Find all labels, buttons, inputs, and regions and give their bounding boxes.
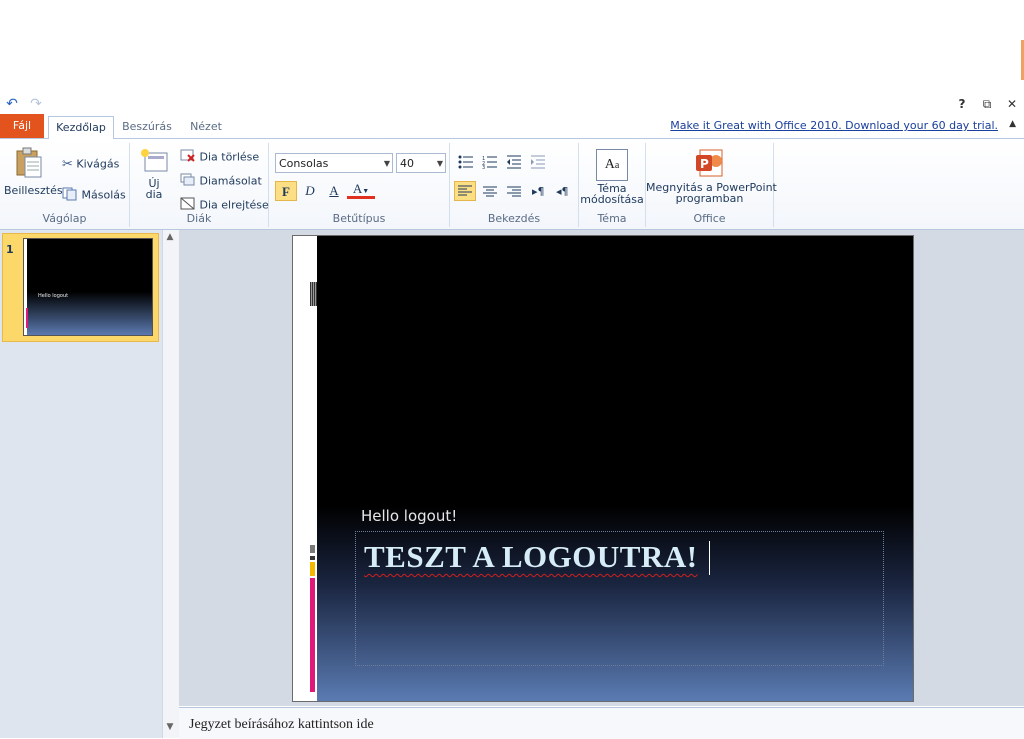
- font-size-value: 40: [400, 157, 414, 170]
- copy-icon: [62, 187, 78, 204]
- accent-pink: [310, 578, 315, 692]
- slide-thumbnail-image[interactable]: [23, 238, 153, 336]
- align-left-button[interactable]: [454, 181, 476, 201]
- paragraph-group: 123 ▸¶ ◂¶ Bekezdés: [450, 143, 579, 227]
- align-right-icon[interactable]: [506, 185, 522, 199]
- slides-group-label: Diák: [186, 212, 212, 225]
- font-color-button[interactable]: A▼: [347, 179, 375, 199]
- italic-button[interactable]: D: [299, 181, 321, 201]
- thumbnail-text: Hello logout: [38, 293, 69, 299]
- slides-group: Új dia Dia törlése Diamásolat Dia elrejt…: [130, 143, 269, 227]
- delete-slide-icon: [180, 149, 196, 166]
- font-name-select[interactable]: Consolas ▼: [275, 153, 393, 173]
- slide-title[interactable]: TESZT A LOGOUTRA!: [364, 539, 698, 575]
- clipboard-group: Beillesztés ✂ Kivágás Másolás Vágólap: [0, 143, 130, 227]
- restore-icon[interactable]: ⧉: [979, 96, 995, 112]
- scroll-up-icon[interactable]: ▲: [162, 232, 178, 246]
- align-left-icon: [458, 185, 472, 196]
- slide-number: 1: [6, 243, 14, 256]
- new-slide-button[interactable]: Új dia: [136, 147, 172, 200]
- chevron-down-icon: ▼: [362, 187, 370, 195]
- accent-dark: [310, 556, 315, 560]
- tab-insert[interactable]: Beszúrás: [120, 116, 174, 138]
- top-blank-area: [0, 0, 1024, 96]
- collapse-ribbon-icon[interactable]: ▲: [1009, 119, 1016, 129]
- copy-label: Másolás: [81, 188, 126, 202]
- slide-subtitle[interactable]: Hello logout!: [361, 507, 457, 525]
- increase-indent-icon[interactable]: [530, 155, 546, 169]
- scroll-down-icon[interactable]: ▼: [162, 722, 178, 738]
- scissors-icon: ✂: [62, 157, 73, 172]
- ltr-icon[interactable]: ▸¶: [532, 185, 545, 198]
- quick-access-toolbar: ↶ ↷ ? ⧉ ✕: [0, 96, 1024, 114]
- open-in-powerpoint-label-2: programban: [675, 192, 744, 205]
- thumbnail-accent: [26, 308, 28, 328]
- underline-button[interactable]: A: [323, 181, 345, 201]
- decrease-indent-icon[interactable]: [506, 155, 522, 169]
- change-theme-label-2: módosítása: [580, 193, 644, 206]
- text-cursor: [709, 541, 710, 575]
- theme-icon: Aa: [596, 149, 628, 181]
- paste-icon: [16, 147, 42, 178]
- duplicate-slide-button[interactable]: Diamásolat: [180, 173, 262, 190]
- rtl-icon[interactable]: ◂¶: [556, 185, 569, 198]
- bullet-list-icon[interactable]: [458, 155, 474, 169]
- bold-button[interactable]: F: [275, 181, 297, 201]
- tab-home[interactable]: Kezdőlap: [48, 116, 114, 140]
- accent-gray: [310, 545, 315, 553]
- align-center-icon[interactable]: [482, 185, 498, 199]
- ribbon-tab-bar: Fájl Kezdőlap Beszúrás Nézet Make it Gre…: [0, 114, 1024, 140]
- close-icon[interactable]: ✕: [1004, 96, 1020, 112]
- font-group: Consolas ▼ 40 ▼ F D A A▼ Betűtípus: [269, 143, 450, 227]
- office-group-label: Office: [693, 212, 726, 225]
- delete-slide-button[interactable]: Dia törlése: [180, 149, 259, 166]
- duplicate-slide-icon: [180, 173, 196, 190]
- cut-button[interactable]: ✂ Kivágás: [62, 157, 119, 172]
- chevron-down-icon: ▼: [436, 159, 443, 168]
- svg-text:P: P: [700, 157, 709, 171]
- font-name-value: Consolas: [279, 157, 329, 170]
- office-promo-link[interactable]: Make it Great with Office 2010. Download…: [670, 119, 998, 132]
- slide-strip-handle: [310, 282, 317, 306]
- font-color-label: A: [352, 181, 363, 196]
- powerpoint-icon: P: [695, 149, 722, 177]
- change-theme-button[interactable]: Aa Téma módosítása: [579, 147, 645, 205]
- tab-view[interactable]: Nézet: [184, 116, 228, 138]
- hide-slide-label: Dia elrejtése: [199, 198, 269, 212]
- paste-label: Beillesztés: [4, 184, 63, 197]
- duplicate-slide-label: Diamásolat: [199, 174, 262, 188]
- paragraph-group-label: Bekezdés: [487, 212, 541, 225]
- cut-label: Kivágás: [76, 157, 120, 171]
- copy-button[interactable]: Másolás: [62, 187, 126, 204]
- delete-slide-label: Dia törlése: [199, 150, 260, 164]
- notes-placeholder[interactable]: Jegyzet beírásához kattintson ide: [189, 717, 374, 733]
- clipboard-group-label: Vágólap: [42, 212, 87, 225]
- tab-file[interactable]: Fájl: [0, 114, 44, 138]
- theme-group: Aa Téma módosítása Téma: [579, 143, 646, 227]
- accent-yellow: [310, 562, 315, 576]
- office-group: P Megnyitás a PowerPoint programban Offi…: [646, 143, 777, 227]
- font-group-label: Betűtípus: [332, 212, 386, 225]
- undo-icon[interactable]: ↶: [4, 96, 20, 112]
- chevron-down-icon: ▼: [383, 159, 390, 168]
- open-in-powerpoint-button[interactable]: P Megnyitás a PowerPoint programban: [646, 147, 777, 205]
- help-icon[interactable]: ?: [954, 96, 970, 112]
- svg-text:3: 3: [482, 165, 485, 169]
- new-slide-icon: [141, 149, 168, 172]
- numbered-list-icon[interactable]: 123: [482, 155, 498, 169]
- paste-button[interactable]: Beillesztés: [4, 147, 63, 201]
- new-slide-label-2: dia: [145, 188, 163, 201]
- ribbon: Beillesztés ✂ Kivágás Másolás Vágólap Új…: [0, 139, 1024, 230]
- theme-group-label: Téma: [597, 212, 627, 225]
- thumbnail-scrollbar[interactable]: [162, 230, 179, 738]
- redo-icon[interactable]: ↷: [28, 96, 44, 112]
- font-size-select[interactable]: 40 ▼: [396, 153, 446, 173]
